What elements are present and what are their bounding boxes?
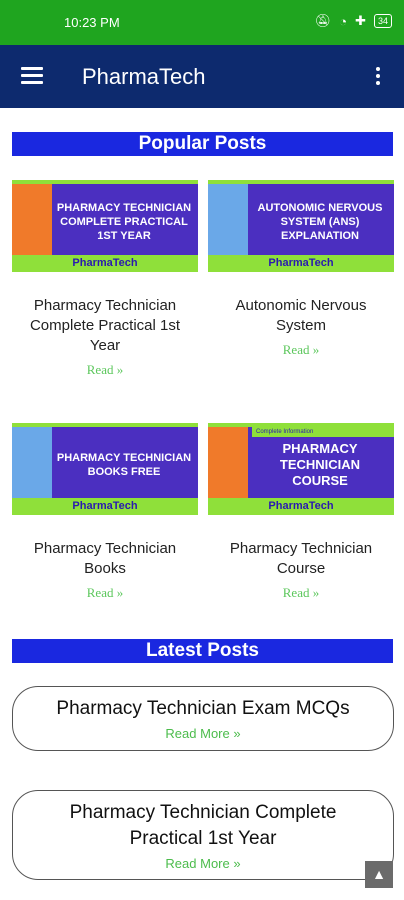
latest-post-title[interactable]: Pharmacy Technician Exam MCQs (13, 696, 393, 722)
thumbnail-brand: PharmaTech (208, 498, 394, 515)
popular-post-card[interactable]: AUTONOMIC NERVOUS SYSTEM (ANS) EXPLANATI… (208, 180, 394, 358)
thumbnail-text: PHARMACY TECHNICIAN COURSE (279, 441, 361, 488)
status-bar: 10:23 PM 🔕︎ ◔ ✚ 34 (0, 0, 404, 45)
latest-post-card[interactable]: Pharmacy Technician Complete Practical 1… (12, 790, 394, 880)
post-thumbnail[interactable]: PHARMACY TECHNICIAN COMPLETE PRACTICAL 1… (12, 180, 198, 272)
app-title: PharmaTech (82, 64, 206, 89)
post-title[interactable]: Pharmacy Technician Books (12, 539, 198, 579)
thumbnail-brand: PharmaTech (12, 498, 198, 515)
status-time: 10:23 PM (64, 15, 120, 30)
signal-icon: ✚ (355, 13, 366, 28)
latest-post-card[interactable]: Pharmacy Technician Exam MCQs Read More … (12, 686, 394, 751)
thumbnail-brand: PharmaTech (12, 255, 198, 272)
read-link[interactable]: Read » (12, 585, 198, 601)
thumbnail-brand: PharmaTech (208, 255, 394, 272)
latest-post-title[interactable]: Pharmacy Technician Complete Practical 1… (13, 800, 393, 852)
read-link[interactable]: Read » (208, 342, 394, 358)
thumbnail-text: AUTONOMIC NERVOUS SYSTEM (ANS) EXPLANATI… (257, 202, 383, 242)
status-icons: 🔕︎ ◔ ✚ 34 (315, 13, 392, 29)
post-thumbnail[interactable]: AUTONOMIC NERVOUS SYSTEM (ANS) EXPLANATI… (208, 180, 394, 272)
thumbnail-text: PHARMACY TECHNICIAN COMPLETE PRACTICAL 1… (56, 202, 192, 242)
post-title[interactable]: Autonomic Nervous System (208, 296, 394, 336)
thumbnail-text: PHARMACY TECHNICIAN BOOKS FREE (56, 452, 192, 478)
thumbnail-illustration (208, 184, 248, 259)
thumbnail-illustration (12, 427, 52, 502)
more-options-icon[interactable] (376, 67, 382, 87)
thumbnail-tag: Complete Information (252, 427, 394, 437)
read-more-link[interactable]: Read More » (13, 856, 393, 871)
battery-icon: 34 (373, 14, 392, 28)
popular-post-card[interactable]: PHARMACY TECHNICIAN BOOKS FREE PharmaTec… (12, 423, 198, 601)
popular-post-card[interactable]: PHARMACY TECHNICIAN COMPLETE PRACTICAL 1… (12, 180, 198, 378)
post-thumbnail[interactable]: PHARMACY TECHNICIAN BOOKS FREE PharmaTec… (12, 423, 198, 515)
post-title[interactable]: Pharmacy Technician Complete Practical 1… (12, 296, 198, 356)
latest-posts-header: Latest Posts (12, 639, 393, 663)
chevron-up-icon: ▲ (372, 866, 386, 882)
hamburger-menu-icon[interactable] (21, 67, 43, 85)
popular-post-card[interactable]: Complete Information PHARMACY TECHNICIAN… (208, 423, 394, 601)
read-more-link[interactable]: Read More » (13, 726, 393, 741)
mute-icon: 🔕︎ (314, 13, 332, 28)
post-title[interactable]: Pharmacy Technician Course (208, 539, 394, 579)
scroll-to-top-button[interactable]: ▲ (365, 861, 393, 888)
read-link[interactable]: Read » (208, 585, 394, 601)
thumbnail-illustration (12, 184, 52, 259)
wifi-icon: ◔ (339, 13, 348, 29)
app-bar: PharmaTech (0, 45, 404, 108)
popular-posts-header: Popular Posts (12, 132, 393, 156)
read-link[interactable]: Read » (12, 362, 198, 378)
post-thumbnail[interactable]: Complete Information PHARMACY TECHNICIAN… (208, 423, 394, 515)
thumbnail-illustration (208, 427, 248, 502)
